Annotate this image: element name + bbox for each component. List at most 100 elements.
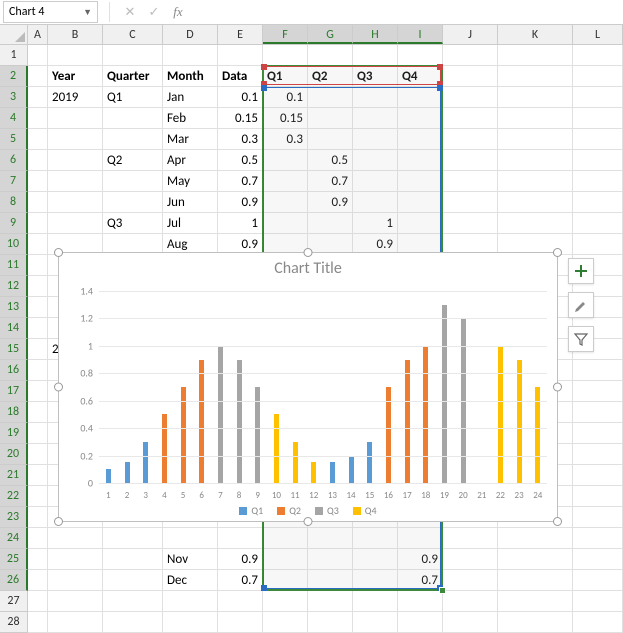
cell-C4[interactable] xyxy=(103,108,163,129)
chart-bar[interactable] xyxy=(162,414,167,483)
row-header-5[interactable]: 5 xyxy=(0,129,28,150)
legend-item[interactable]: Q3 xyxy=(315,504,339,517)
cell-H8[interactable] xyxy=(353,192,398,213)
cell-B27[interactable] xyxy=(48,591,103,612)
cell-A19[interactable] xyxy=(28,423,48,444)
cell-F25[interactable] xyxy=(263,549,308,570)
cell-I28[interactable] xyxy=(398,612,443,633)
column-header-B[interactable]: B xyxy=(48,25,103,44)
cell-K8[interactable] xyxy=(498,192,573,213)
cell-B6[interactable] xyxy=(48,150,103,171)
cell-C8[interactable] xyxy=(103,192,163,213)
cell-J4[interactable] xyxy=(443,108,498,129)
cell-H25[interactable] xyxy=(353,549,398,570)
cell-F8[interactable] xyxy=(263,192,308,213)
cell-D27[interactable] xyxy=(163,591,218,612)
cell-K7[interactable] xyxy=(498,171,573,192)
cell-F24[interactable] xyxy=(263,528,308,549)
chart-legend[interactable]: Q1Q2Q3Q4 xyxy=(59,504,557,517)
cell-B2[interactable]: Year xyxy=(48,66,103,87)
cell-H2[interactable]: Q3 xyxy=(353,66,398,87)
cell-L27[interactable] xyxy=(573,591,623,612)
row-header-22[interactable]: 22 xyxy=(0,486,28,507)
cell-D5[interactable]: Mar xyxy=(163,129,218,150)
cell-E5[interactable]: 0.3 xyxy=(218,129,263,150)
cell-H28[interactable] xyxy=(353,612,398,633)
cell-A18[interactable] xyxy=(28,402,48,423)
cell-J6[interactable] xyxy=(443,150,498,171)
chevron-down-icon[interactable]: ▼ xyxy=(83,7,92,18)
embedded-chart[interactable]: Chart Title 00.20.40.60.811.21.4 1234567… xyxy=(58,252,558,522)
cell-G8[interactable]: 0.9 xyxy=(308,192,353,213)
cell-I5[interactable] xyxy=(398,129,443,150)
cell-L4[interactable] xyxy=(573,108,623,129)
cell-G7[interactable]: 0.7 xyxy=(308,171,353,192)
cell-E26[interactable]: 0.7 xyxy=(218,570,263,591)
chart-resize-handle[interactable] xyxy=(54,248,63,257)
chart-resize-handle[interactable] xyxy=(553,517,562,526)
cell-A10[interactable] xyxy=(28,234,48,255)
column-header-E[interactable]: E xyxy=(218,25,263,44)
cell-J2[interactable] xyxy=(443,66,498,87)
cell-A13[interactable] xyxy=(28,297,48,318)
cell-H3[interactable] xyxy=(353,87,398,108)
cell-K3[interactable] xyxy=(498,87,573,108)
chart-title[interactable]: Chart Title xyxy=(59,253,557,280)
chart-bar[interactable] xyxy=(330,462,335,483)
cell-K4[interactable] xyxy=(498,108,573,129)
cell-F26[interactable] xyxy=(263,570,308,591)
cell-E7[interactable]: 0.7 xyxy=(218,171,263,192)
chart-bar[interactable] xyxy=(498,346,503,483)
row-header-16[interactable]: 16 xyxy=(0,360,28,381)
cell-L2[interactable] xyxy=(573,66,623,87)
cell-F6[interactable] xyxy=(263,150,308,171)
row-header-7[interactable]: 7 xyxy=(0,171,28,192)
cell-B24[interactable] xyxy=(48,528,103,549)
cell-G6[interactable]: 0.5 xyxy=(308,150,353,171)
cell-B4[interactable] xyxy=(48,108,103,129)
cell-A12[interactable] xyxy=(28,276,48,297)
cell-H27[interactable] xyxy=(353,591,398,612)
cell-L8[interactable] xyxy=(573,192,623,213)
chart-resize-handle[interactable] xyxy=(304,517,313,526)
chart-bar[interactable] xyxy=(143,442,148,483)
cell-C24[interactable] xyxy=(103,528,163,549)
cell-L25[interactable] xyxy=(573,549,623,570)
chart-resize-handle[interactable] xyxy=(553,383,562,392)
chart-bar[interactable] xyxy=(517,360,522,483)
cell-J26[interactable] xyxy=(443,570,498,591)
cell-I7[interactable] xyxy=(398,171,443,192)
cell-D2[interactable]: Month xyxy=(163,66,218,87)
chart-bar[interactable] xyxy=(367,442,372,483)
chart-bar[interactable] xyxy=(106,469,111,483)
column-header-H[interactable]: H xyxy=(353,25,398,44)
cell-L22[interactable] xyxy=(573,486,623,507)
cell-L1[interactable] xyxy=(573,45,623,66)
cell-K24[interactable] xyxy=(498,528,573,549)
row-header-13[interactable]: 13 xyxy=(0,297,28,318)
cell-H4[interactable] xyxy=(353,108,398,129)
cell-I9[interactable] xyxy=(398,213,443,234)
cell-E6[interactable]: 0.5 xyxy=(218,150,263,171)
cell-L18[interactable] xyxy=(573,402,623,423)
cell-L3[interactable] xyxy=(573,87,623,108)
cell-D26[interactable]: Dec xyxy=(163,570,218,591)
chart-filters-button[interactable] xyxy=(568,326,594,352)
cell-I25[interactable]: 0.9 xyxy=(398,549,443,570)
row-header-10[interactable]: 10 xyxy=(0,234,28,255)
cell-L19[interactable] xyxy=(573,423,623,444)
cell-D1[interactable] xyxy=(163,45,218,66)
select-all-button[interactable] xyxy=(0,25,28,44)
cell-H6[interactable] xyxy=(353,150,398,171)
cell-J3[interactable] xyxy=(443,87,498,108)
row-header-1[interactable]: 1 xyxy=(0,45,28,66)
row-header-20[interactable]: 20 xyxy=(0,444,28,465)
row-header-24[interactable]: 24 xyxy=(0,528,28,549)
cell-C6[interactable]: Q2 xyxy=(103,150,163,171)
cell-A1[interactable] xyxy=(28,45,48,66)
chart-bar[interactable] xyxy=(274,414,279,483)
cell-K9[interactable] xyxy=(498,213,573,234)
row-header-8[interactable]: 8 xyxy=(0,192,28,213)
cell-K6[interactable] xyxy=(498,150,573,171)
cell-L20[interactable] xyxy=(573,444,623,465)
